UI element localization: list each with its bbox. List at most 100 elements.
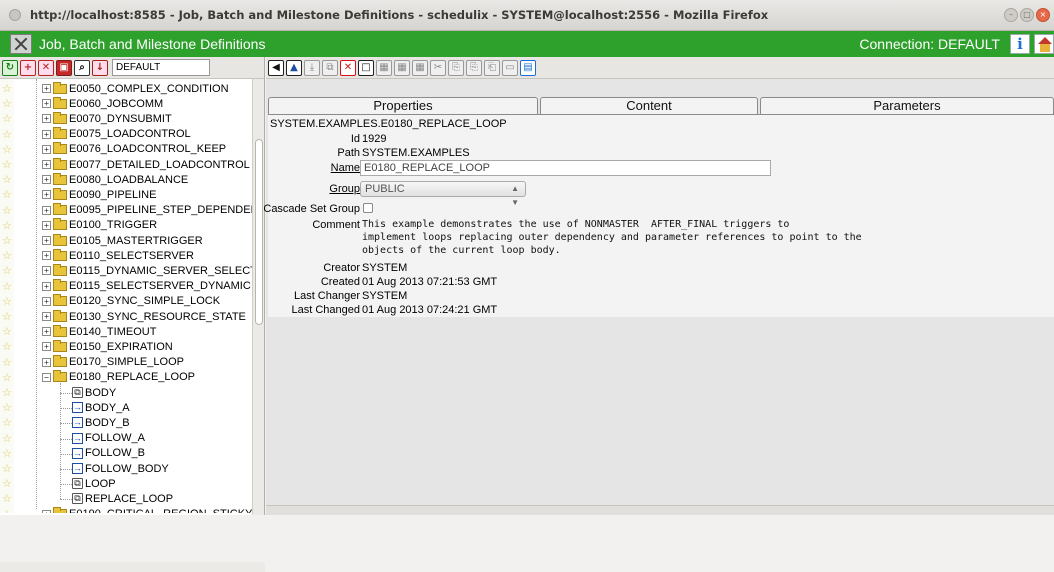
bookmark-star-icon[interactable]: ☆: [2, 83, 13, 94]
bookmark-star-icon[interactable]: ☆: [2, 296, 13, 307]
bookmark-star-icon[interactable]: ☆: [2, 357, 13, 368]
window-icon[interactable]: ▭: [502, 59, 518, 76]
expand-icon[interactable]: +: [42, 327, 51, 337]
new-icon[interactable]: □: [358, 59, 374, 76]
name-field[interactable]: E0180_REPLACE_LOOP: [360, 160, 771, 176]
tree-item[interactable]: + E0060_JOBCOMM: [42, 96, 163, 111]
copy-icon[interactable]: ⧉: [322, 59, 338, 76]
bookmark-star-icon[interactable]: ☆: [2, 417, 13, 428]
bookmark-star-icon[interactable]: ☆: [2, 311, 13, 322]
tree-scroll-thumb[interactable]: [255, 139, 263, 325]
download-icon[interactable]: ↓: [92, 59, 108, 76]
expand-icon[interactable]: +: [42, 160, 51, 169]
tree-item[interactable]: + E0076_LOADCONTROL_KEEP: [42, 142, 226, 157]
expand-icon[interactable]: +: [42, 190, 51, 200]
tree-item[interactable]: + E0115_DYNAMIC_SERVER_SELECTIC: [42, 263, 262, 278]
save-icon[interactable]: ⤓: [304, 59, 320, 76]
refresh-icon[interactable]: ↻: [2, 59, 18, 76]
tree-item[interactable]: + E0170_SIMPLE_LOOP: [42, 355, 184, 370]
tree-item[interactable]: → BODY_B: [72, 415, 130, 430]
bookmark-star-icon[interactable]: ☆: [2, 235, 13, 246]
tree-hscrollbar[interactable]: [0, 562, 265, 572]
expand-icon[interactable]: +: [42, 129, 51, 139]
tree-item[interactable]: + E0080_LOADBALANCE: [42, 172, 188, 187]
tree-item[interactable]: + E0150_EXPIRATION: [42, 339, 173, 354]
group-select[interactable]: PUBLIC ▲ ▼: [360, 181, 526, 207]
tree-item[interactable]: + E0077_DETAILED_LOADCONTROL: [42, 157, 250, 172]
bookmark-star-icon[interactable]: ☆: [2, 372, 13, 383]
expand-icon[interactable]: +: [42, 312, 51, 321]
expand-icon[interactable]: +: [42, 251, 51, 261]
bookmark-star-icon[interactable]: ☆: [2, 113, 13, 124]
tree-item[interactable]: + E0100_TRIGGER: [42, 218, 157, 233]
bookmark-star-icon[interactable]: ☆: [2, 326, 13, 337]
tree-scrollbar[interactable]: [252, 79, 264, 515]
info-icon[interactable]: i: [1010, 34, 1030, 54]
expand-icon[interactable]: +: [42, 114, 51, 124]
tree-item[interactable]: → FOLLOW_BODY: [72, 461, 169, 476]
bookmark-star-icon[interactable]: ☆: [2, 448, 13, 459]
maximize-icon[interactable]: □: [1020, 8, 1034, 22]
tree-item[interactable]: → FOLLOW_A: [72, 431, 145, 446]
tree-item[interactable]: + E0090_PIPELINE: [42, 187, 156, 202]
search-icon[interactable]: ⌕: [74, 59, 90, 76]
expand-icon[interactable]: +: [42, 281, 51, 291]
tree-item[interactable]: + E0075_LOADCONTROL: [42, 127, 191, 142]
tree-item[interactable]: + E0130_SYNC_RESOURCE_STATE: [42, 309, 246, 324]
delete-tree-icon[interactable]: ✕: [38, 59, 54, 76]
bookmark-star-icon[interactable]: ☆: [2, 250, 13, 261]
window-menu-icon[interactable]: [9, 9, 21, 21]
tree-item[interactable]: − E0180_REPLACE_LOOP: [42, 370, 195, 385]
tab-parameters[interactable]: Parameters: [760, 97, 1054, 114]
bookmark-star-icon[interactable]: ☆: [2, 98, 13, 109]
bookmark-star-icon[interactable]: ☆: [2, 129, 13, 140]
tree-item[interactable]: ⧉ REPLACE_LOOP: [72, 491, 173, 506]
bookmark-star-icon[interactable]: ☆: [2, 159, 13, 170]
tab-content[interactable]: Content: [540, 97, 758, 114]
up-icon[interactable]: ▲: [286, 59, 302, 76]
expand-icon[interactable]: +: [42, 175, 51, 185]
bookmark-star-icon[interactable]: ☆: [2, 463, 13, 474]
paste2-icon[interactable]: ⎘: [466, 59, 482, 76]
tree-item[interactable]: + E0115_SELECTSERVER_DYNAMIC: [42, 279, 251, 294]
expand-icon[interactable]: +: [42, 220, 51, 230]
tree-item[interactable]: ⧉ BODY: [72, 385, 116, 400]
bookmark-star-icon[interactable]: ☆: [2, 387, 13, 398]
bookmark-star-icon[interactable]: ☆: [2, 281, 13, 292]
bookmark-star-icon[interactable]: ☆: [2, 189, 13, 200]
comment-icon[interactable]: ▤: [520, 59, 536, 76]
tab-properties[interactable]: Properties: [268, 97, 538, 114]
bookmark-star-icon[interactable]: ☆: [2, 433, 13, 444]
tree-item[interactable]: + E0140_TIMEOUT: [42, 324, 156, 339]
tree-item[interactable]: + E0190_CRITICAL_REGION_STICKY: [42, 507, 252, 513]
tree-item[interactable]: → BODY_A: [72, 400, 130, 415]
tree-item[interactable]: + E0050_COMPLEX_CONDITION: [42, 81, 229, 96]
expand-icon[interactable]: +: [42, 266, 51, 276]
home-icon[interactable]: [1034, 34, 1054, 54]
paste-icon[interactable]: ⎘: [448, 59, 464, 76]
bookmark-star-icon[interactable]: ☆: [2, 174, 13, 185]
filter-input[interactable]: DEFAULT: [112, 59, 210, 76]
grid3-icon[interactable]: ▦: [412, 59, 428, 76]
tree-item[interactable]: + E0105_MASTERTRIGGER: [42, 233, 203, 248]
bookmark-star-icon[interactable]: ☆: [2, 205, 13, 216]
cascade-checkbox[interactable]: [363, 203, 373, 213]
expand-icon[interactable]: +: [42, 342, 51, 352]
tree-item[interactable]: + E0110_SELECTSERVER: [42, 248, 194, 263]
bookmark-star-icon[interactable]: ☆: [2, 144, 13, 155]
detail-hscrollbar[interactable]: [266, 505, 1054, 515]
minimize-icon[interactable]: –: [1004, 8, 1018, 22]
close-icon[interactable]: ×: [1036, 8, 1050, 22]
grid2-icon[interactable]: ▦: [394, 59, 410, 76]
tree-item[interactable]: ⧉ LOOP: [72, 476, 116, 491]
expand-icon[interactable]: +: [42, 144, 51, 154]
back-icon[interactable]: ◀: [268, 59, 284, 76]
tree-item[interactable]: → FOLLOW_B: [72, 446, 145, 461]
cut-icon[interactable]: ✂: [430, 59, 446, 76]
tree-item[interactable]: + E0095_PIPELINE_STEP_DEPENDENC: [42, 203, 262, 218]
expand-icon[interactable]: +: [42, 509, 51, 513]
expand-icon[interactable]: +: [42, 296, 51, 306]
lock-icon[interactable]: ▣: [56, 59, 72, 76]
expand-icon[interactable]: +: [42, 205, 51, 215]
clipboard-icon[interactable]: ⎗: [484, 59, 500, 76]
